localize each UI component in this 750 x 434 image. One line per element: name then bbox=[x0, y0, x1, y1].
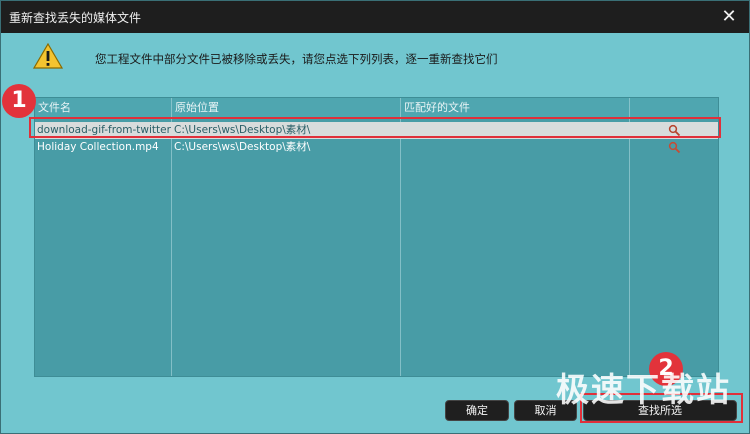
title-bar[interactable]: 重新查找丢失的媒体文件 ✕ bbox=[1, 1, 749, 33]
ok-button[interactable]: 确定 bbox=[445, 400, 509, 421]
missing-files-table: 文件名 原始位置 匹配好的文件 download-gif-from-twitte… bbox=[34, 97, 719, 377]
close-icon[interactable]: ✕ bbox=[719, 7, 739, 27]
table-header: 文件名 原始位置 匹配好的文件 bbox=[35, 98, 718, 118]
step-badge-1: 1 bbox=[2, 84, 36, 118]
warning-icon bbox=[33, 43, 63, 69]
search-icon[interactable] bbox=[668, 141, 681, 154]
dialog-title: 重新查找丢失的媒体文件 bbox=[9, 11, 142, 25]
row-matched-file bbox=[401, 139, 629, 156]
column-header-filename: 文件名 bbox=[38, 101, 71, 114]
column-header-matched-file: 匹配好的文件 bbox=[404, 101, 470, 114]
column-header-original-location: 原始位置 bbox=[175, 101, 219, 114]
row-filename: Holiday Collection.mp4 bbox=[37, 141, 159, 153]
column-header-action bbox=[630, 98, 718, 118]
highlight-marker-row bbox=[29, 117, 721, 138]
relink-media-dialog: 重新查找丢失的媒体文件 ✕ 您工程文件中部分文件已被移除或丢失，请您点选下列列表… bbox=[0, 0, 750, 434]
table-row[interactable]: Holiday Collection.mp4 C:\Users\ws\Deskt… bbox=[35, 139, 718, 156]
watermark: 极速下载站 bbox=[556, 370, 731, 409]
row-location: C:\Users\ws\Desktop\素材\ bbox=[174, 141, 311, 153]
info-message: 您工程文件中部分文件已被移除或丢失，请您点选下列列表，逐一重新查找它们 bbox=[95, 52, 498, 66]
